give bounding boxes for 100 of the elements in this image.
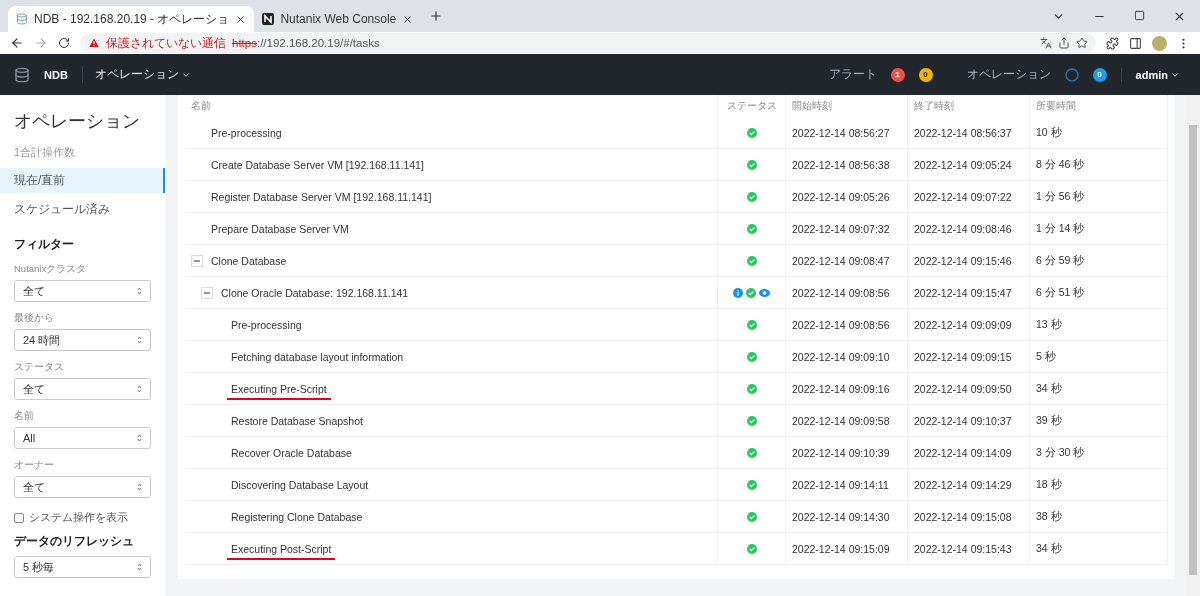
sort-arrows-icon (137, 434, 142, 442)
operations-menu[interactable]: オペレーション (81, 66, 191, 83)
translate-icon[interactable] (1040, 37, 1052, 49)
table-cell: 2022-12-14 09:09:16 (786, 373, 908, 405)
table-cell: 2022-12-14 09:05:24 (908, 149, 1030, 181)
brand-name[interactable]: NDB (44, 68, 68, 81)
table-cell: 39 秒 (1030, 405, 1168, 437)
sidebar-item[interactable]: スケジュール済み (0, 197, 165, 222)
table-cell: 2022-12-14 09:15:08 (908, 501, 1030, 533)
task-name: Registering Clone Database (231, 510, 363, 523)
sidebar-item[interactable]: 現在/直前 (0, 168, 165, 193)
task-name: Clone Oracle Database: 192.168.11.141 (221, 286, 409, 299)
table-cell: 1 分 56 秒 (1030, 181, 1168, 213)
table-cell: 2022-12-14 09:14:09 (908, 437, 1030, 469)
close-icon[interactable] (235, 13, 247, 25)
column-header[interactable]: 終了時刻 (908, 95, 1030, 117)
column-header[interactable]: 名前 (185, 95, 718, 117)
filter-select[interactable]: All (14, 427, 151, 449)
table-cell: 6 分 51 秒 (1030, 277, 1168, 309)
url-text: https://192.168.20.19/#/tasks (232, 37, 380, 49)
database-icon (14, 66, 30, 83)
table-cell: 2022-12-14 09:09:10 (786, 341, 908, 373)
table-cell: 2022-12-14 09:09:50 (908, 373, 1030, 405)
table-cell: 2022-12-14 09:08:56 (786, 309, 908, 341)
user-menu[interactable]: admin (1120, 67, 1186, 82)
eye-icon[interactable] (759, 288, 770, 297)
table-cell: 2022-12-14 09:14:30 (786, 501, 908, 533)
table-cell: 2022-12-14 09:09:15 (908, 341, 1030, 373)
side-panel-icon[interactable] (1129, 36, 1142, 50)
task-name: Pre-processing (211, 126, 282, 139)
security-warning[interactable]: 保護されていない通信 (106, 35, 226, 51)
sort-arrows-icon (137, 483, 142, 491)
share-icon[interactable] (1058, 37, 1070, 49)
tab-title: Nutanix Web Console (280, 12, 397, 26)
filter-select[interactable]: 全て (14, 280, 151, 302)
warning-icon (88, 37, 100, 49)
task-name: Recover Oracle Database (231, 446, 352, 459)
table-cell: 2022-12-14 09:09:09 (908, 309, 1030, 341)
table-cell: 2022-12-14 09:15:43 (908, 533, 1030, 565)
table-cell: 10 秒 (1030, 117, 1168, 149)
close-icon[interactable] (402, 13, 414, 25)
browser-tab[interactable]: Nutanix Web Console (254, 6, 422, 32)
table-cell: 34 秒 (1030, 373, 1168, 405)
task-name: Fetching database layout information (231, 350, 404, 363)
alert-count[interactable]: 0 (918, 67, 933, 82)
filter-select[interactable]: 24 時間 (14, 329, 151, 351)
filter-label: オーナー (13, 458, 55, 472)
collapse-icon[interactable] (191, 254, 203, 267)
alert-count[interactable]: 1 (890, 67, 905, 82)
scrollbar-thumb[interactable] (1188, 125, 1197, 575)
table-cell: 2022-12-14 09:09:58 (786, 405, 908, 437)
tab-title: NDB - 192.168.20.19 - オペレーショ (34, 10, 230, 28)
browser-tab[interactable]: NDB - 192.168.20.19 - オペレーショ (8, 6, 255, 32)
table-cell: 2022-12-14 09:14:11 (786, 469, 908, 501)
table-cell: 2022-12-14 09:08:47 (786, 245, 908, 277)
filters-heading: フィルター (13, 236, 75, 253)
table-cell: 2022-12-14 09:07:22 (908, 181, 1030, 213)
address-bar[interactable]: 保護されていない通信 https://192.168.20.19/#/tasks (80, 33, 1096, 53)
sort-arrows-icon (137, 563, 142, 571)
table-cell: 2022-12-14 09:10:39 (786, 437, 908, 469)
refresh-heading: データのリフレッシュ (13, 533, 135, 550)
star-icon[interactable] (1076, 37, 1088, 49)
sort-arrows-icon (137, 287, 142, 295)
table-cell: 2022-12-14 09:08:56 (786, 277, 908, 309)
spinner-icon (1064, 67, 1079, 82)
task-name: Prepare Database Server VM (211, 222, 349, 235)
table-cell: 2022-12-14 09:07:32 (786, 213, 908, 245)
filter-select[interactable]: 全て (14, 378, 151, 400)
table-cell: 2022-12-14 09:14:29 (908, 469, 1030, 501)
table-cell: 2022-12-14 09:05:26 (786, 181, 908, 213)
puzzle-icon[interactable] (1106, 36, 1119, 50)
table-cell: 2022-12-14 08:56:37 (908, 117, 1030, 149)
new-tab-icon[interactable] (429, 9, 444, 23)
filter-label: ステータス (13, 360, 65, 374)
filter-select[interactable]: 全て (14, 476, 151, 498)
task-name: Register Database Server VM [192.168.11.141] (211, 190, 432, 203)
table-cell: 2022-12-14 08:56:38 (786, 149, 908, 181)
maximize-icon[interactable] (1134, 9, 1145, 21)
table-cell: 1 分 14 秒 (1030, 213, 1168, 245)
table-cell: 13 秒 (1030, 309, 1168, 341)
column-header[interactable]: 所要時間 (1030, 95, 1168, 117)
filter-label: Nutanixクラスタ (13, 262, 88, 276)
table-cell: 6 分 59 秒 (1030, 245, 1168, 277)
reload-icon[interactable] (58, 37, 70, 49)
table-cell: 2022-12-14 09:15:09 (786, 533, 908, 565)
back-icon[interactable] (10, 36, 24, 50)
info-icon[interactable] (733, 287, 743, 298)
operations-summary: 1合計操作数 (13, 145, 77, 160)
checkbox[interactable] (14, 512, 24, 523)
operations-label[interactable]: オペレーション (966, 66, 1051, 83)
column-header[interactable]: 開始時刻 (786, 95, 908, 117)
collapse-icon[interactable] (201, 286, 213, 299)
alerts-label[interactable]: アラート (828, 66, 877, 83)
task-name: Clone Database (211, 254, 287, 267)
filter-label: 最後から (13, 311, 55, 325)
column-header[interactable]: ステータス (718, 95, 786, 117)
task-name: Executing Pre-Script (227, 382, 331, 400)
refresh-select[interactable]: 5 秒毎 (14, 556, 151, 578)
task-name: Executing Post-Script (227, 542, 336, 560)
table-cell: 34 秒 (1030, 533, 1168, 565)
